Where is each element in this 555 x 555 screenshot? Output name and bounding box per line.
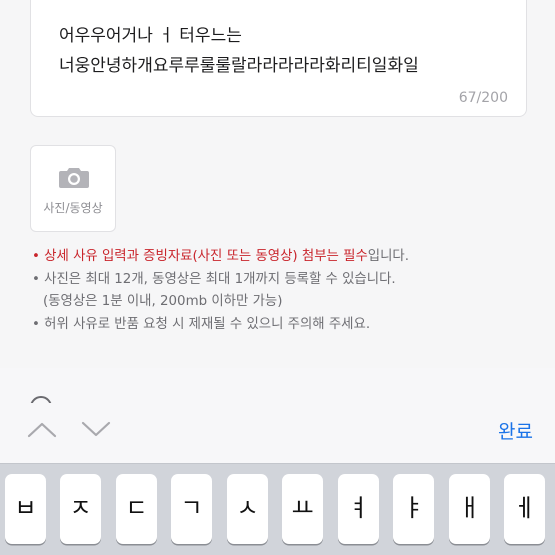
key[interactable]: ㅛ	[282, 474, 323, 544]
add-photo-video-button[interactable]: 사진/동영상	[30, 145, 116, 232]
key[interactable]: ㅕ	[338, 474, 379, 544]
guideline-item: • 상세 사유 입력과 증빙자료(사진 또는 동영상) 첨부는 필수입니다.	[32, 249, 409, 264]
key[interactable]: ㅐ	[449, 474, 490, 544]
key[interactable]: ㄱ	[171, 474, 212, 544]
bullet: •	[32, 316, 40, 332]
ios-keyboard: 완료 ㅂ ㅈ ㄷ ㄱ ㅅ ㅛ ㅕ ㅑ ㅐ ㅔ	[0, 368, 555, 555]
guideline-item: (동영상은 1분 이내, 200mb 이하만 가능)	[43, 294, 283, 309]
reason-text[interactable]: 어우우어거나 ㅓ 터우느는 너웅안녕하개요루루룰룰랄라라라라라화리티일화일	[59, 21, 519, 81]
keyboard-row-top: ㅂ ㅈ ㄷ ㄱ ㅅ ㅛ ㅕ ㅑ ㅐ ㅔ	[0, 474, 555, 555]
reason-textarea[interactable]: 어우우어거나 ㅓ 터우느는 너웅안녕하개요루루룰룰랄라라라라라화리티일화일 67…	[30, 0, 527, 117]
character-counter: 67/200	[458, 90, 508, 106]
bullet: •	[32, 249, 40, 264]
key[interactable]: ㅔ	[504, 474, 545, 544]
key[interactable]: ㅂ	[5, 474, 46, 544]
attachment-guidelines: • 상세 사유 입력과 증빙자료(사진 또는 동영상) 첨부는 필수입니다. •…	[32, 246, 547, 336]
key[interactable]: ㅈ	[60, 474, 101, 544]
key[interactable]: ㅑ	[393, 474, 434, 544]
photo-video-label: 사진/동영상	[43, 201, 103, 215]
camera-icon	[59, 168, 89, 188]
chevron-up-icon[interactable]	[24, 416, 60, 442]
required-notice: 상세 사유 입력과 증빙자료(사진 또는 동영상) 첨부는 필수	[44, 249, 368, 264]
return-request-form: 어우우어거나 ㅓ 터우느는 너웅안녕하개요루루룰룰랄라라라라라화리티일화일 67…	[0, 0, 555, 368]
guideline-item: • 사진은 최대 12개, 동영상은 최대 1개까지 등록할 수 있습니다.	[32, 271, 396, 287]
keyboard-toolbar: 완료	[0, 368, 555, 464]
chevron-down-icon[interactable]	[78, 416, 114, 442]
key[interactable]: ㄷ	[116, 474, 157, 544]
done-button[interactable]: 완료	[498, 420, 533, 444]
guideline-item: • 허위 사유로 반품 요청 시 제재될 수 있으니 주의해 주세요.	[32, 316, 371, 332]
bullet: •	[32, 271, 40, 287]
key[interactable]: ㅅ	[227, 474, 268, 544]
partially-hidden-icon	[30, 396, 52, 404]
